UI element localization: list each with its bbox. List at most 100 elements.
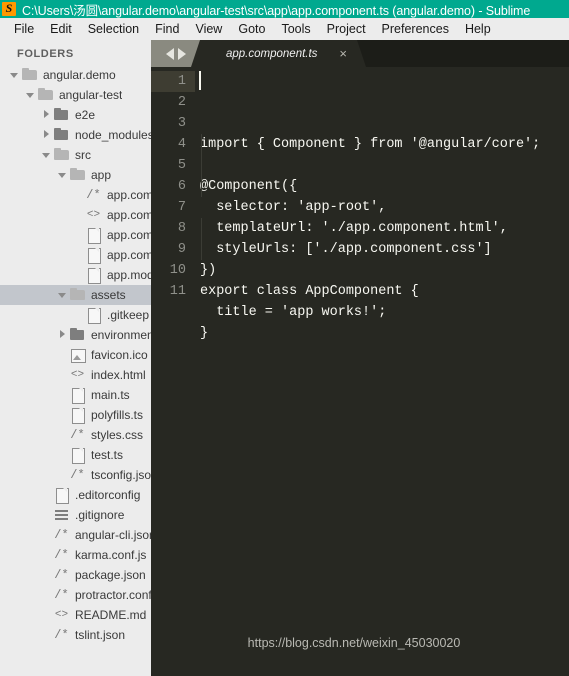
tree-item-gitkeep[interactable]: .gitkeep xyxy=(0,305,151,325)
tree-item-protractor-conf-js[interactable]: /* protractor.conf.js xyxy=(0,585,151,605)
menu-bar: File Edit Selection Find View Goto Tools… xyxy=(0,18,569,40)
tree-item-gitignore[interactable]: .gitignore xyxy=(0,505,151,525)
folder-open-icon xyxy=(53,147,70,163)
tree-item-app-component-css[interactable]: /* app.component.css xyxy=(0,185,151,205)
menu-item-file[interactable]: File xyxy=(6,20,42,38)
chevron-right-icon[interactable] xyxy=(40,125,53,145)
sublime-text-window: C:\Users\汤圆\angular.demo\angular-test\sr… xyxy=(0,0,569,676)
tree-item-tslint-json[interactable]: /* tslint.json xyxy=(0,625,151,645)
editor-pane: app.component.ts × 1 2 3 4 5 6 7 8 9 10 11 import … xyxy=(151,40,569,676)
chevron-down-icon[interactable] xyxy=(8,65,21,85)
plain-file-icon xyxy=(85,227,102,244)
tree-item-label: protractor.conf.js xyxy=(75,588,151,602)
menu-item-edit[interactable]: Edit xyxy=(42,20,80,38)
tree-item-label: environments xyxy=(91,328,151,342)
tree-item-angular-demo[interactable]: angular.demo xyxy=(0,65,151,85)
menu-item-project[interactable]: Project xyxy=(319,20,374,38)
menu-item-find[interactable]: Find xyxy=(147,20,187,38)
chevron-down-icon[interactable] xyxy=(24,85,37,105)
code-area[interactable]: 1 2 3 4 5 6 7 8 9 10 11 import { Component } from … xyxy=(151,67,569,676)
menu-item-tools[interactable]: Tools xyxy=(273,20,318,38)
folder-closed-icon xyxy=(53,127,70,143)
tree-item-label: src xyxy=(75,148,91,162)
tree-item-styles-css[interactable]: /* styles.css xyxy=(0,425,151,445)
chevron-down-icon[interactable] xyxy=(40,145,53,165)
plain-file-icon xyxy=(69,387,86,404)
code-content[interactable]: import { Component } from '@angular/core… xyxy=(195,67,569,676)
menu-item-preferences[interactable]: Preferences xyxy=(374,20,457,38)
tab-app-component-ts[interactable]: app.component.ts × xyxy=(190,40,367,67)
tab-label: app.component.ts xyxy=(226,47,318,60)
tree-item-label: index.html xyxy=(91,368,146,382)
tree-item-environments[interactable]: environments xyxy=(0,325,151,345)
folder-open-icon xyxy=(37,87,54,103)
tree-item-app-component-ts[interactable]: app.component.ts xyxy=(0,245,151,265)
image-file-icon xyxy=(69,347,86,363)
tree-item-label: angular-cli.json xyxy=(75,528,151,542)
chevron-right-icon[interactable] xyxy=(40,105,53,125)
comment-file-icon: /* xyxy=(54,628,69,642)
comment-file-icon: /* xyxy=(70,428,85,442)
tree-item-label: angular-test xyxy=(59,88,123,102)
line-number: 6 xyxy=(177,179,186,194)
watermark-text: https://blog.csdn.net/weixin_45030020 xyxy=(247,636,461,650)
folder-open-icon xyxy=(21,67,38,83)
tree-item-assets[interactable]: assets xyxy=(0,285,151,305)
tree-item-label: app.component.ts xyxy=(107,248,151,262)
tree-item-favicon-ico[interactable]: favicon.ico xyxy=(0,345,151,365)
tree-item-index-html[interactable]: <> index.html xyxy=(0,365,151,385)
tree-item-polyfills-ts[interactable]: polyfills.ts xyxy=(0,405,151,425)
comment-file-icon: /* xyxy=(54,528,69,542)
chevron-down-icon[interactable] xyxy=(56,165,69,185)
tree-item-package-json[interactable]: /* package.json xyxy=(0,565,151,585)
tree-item-angular-test[interactable]: angular-test xyxy=(0,85,151,105)
tree-item-app-component-html[interactable]: <> app.component.html xyxy=(0,205,151,225)
comment-file-icon: /* xyxy=(54,568,69,582)
comment-file-icon: /* xyxy=(54,588,69,602)
menu-item-help[interactable]: Help xyxy=(457,20,499,38)
plain-file-icon xyxy=(85,267,102,284)
markup-file-icon: <> xyxy=(70,369,85,381)
folders-header: FOLDERS xyxy=(17,48,74,60)
tree-item-label: assets xyxy=(91,288,126,302)
tree-item-karma-conf-js[interactable]: /* karma.conf.js xyxy=(0,545,151,565)
code-line: templateUrl: './app.component.html', xyxy=(200,221,508,236)
tree-item-e2e[interactable]: e2e xyxy=(0,105,151,125)
tree-item-node-modules[interactable]: node_modules xyxy=(0,125,151,145)
tree-item-app-component-spec-ts[interactable]: app.component.spec.ts xyxy=(0,225,151,245)
tree-item-src[interactable]: src xyxy=(0,145,151,165)
arrow-right-icon[interactable] xyxy=(177,47,186,60)
code-line: export class AppComponent { xyxy=(200,284,419,299)
tree-item-editorconfig[interactable]: .editorconfig xyxy=(0,485,151,505)
tree-item-label: test.ts xyxy=(91,448,124,462)
tree-item-app[interactable]: app xyxy=(0,165,151,185)
tree-item-tsconfig-json[interactable]: /* tsconfig.json xyxy=(0,465,151,485)
menu-item-goto[interactable]: Goto xyxy=(230,20,273,38)
tree-item-label: app xyxy=(91,168,112,182)
menu-item-selection[interactable]: Selection xyxy=(80,20,147,38)
tree-item-label: .gitkeep xyxy=(107,308,150,322)
arrow-left-icon[interactable] xyxy=(165,47,174,60)
close-icon[interactable]: × xyxy=(339,47,347,60)
chevron-down-icon[interactable] xyxy=(56,285,69,305)
tree-item-angular-cli-json[interactable]: /* angular-cli.json xyxy=(0,525,151,545)
tree-item-app-module-ts[interactable]: app.module.ts xyxy=(0,265,151,285)
tree-item-main-ts[interactable]: main.ts xyxy=(0,385,151,405)
tree-item-test-ts[interactable]: test.ts xyxy=(0,445,151,465)
menu-item-view[interactable]: View xyxy=(187,20,230,38)
folder-open-icon xyxy=(69,287,86,303)
line-number: 10 xyxy=(169,263,186,278)
chevron-right-icon[interactable] xyxy=(56,325,69,345)
comment-file-icon: /* xyxy=(54,548,69,562)
tree-item-readme-md[interactable]: <> README.md xyxy=(0,605,151,625)
line-number: 11 xyxy=(169,284,186,299)
